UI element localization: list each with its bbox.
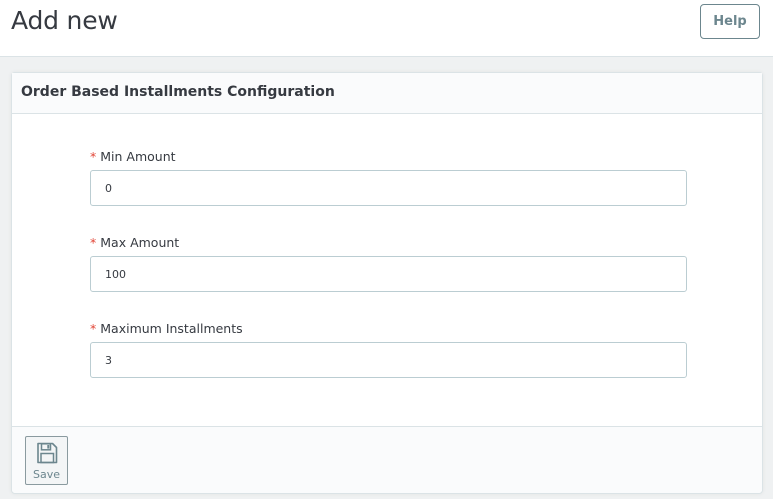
- page-title: Add new: [11, 6, 118, 35]
- max-amount-label: * Max Amount: [90, 235, 687, 255]
- save-label: Save: [32, 468, 60, 481]
- panel-title: Order Based Installments Configuration: [21, 84, 335, 100]
- maximum-installments-label-text: Maximum Installments: [100, 321, 243, 336]
- page-header: Add new Help: [0, 0, 773, 57]
- max-amount-group: * Max Amount: [90, 235, 687, 292]
- help-button[interactable]: Help: [700, 4, 760, 39]
- min-amount-label-text: Min Amount: [100, 149, 176, 164]
- panel-heading: Order Based Installments Configuration: [12, 73, 762, 114]
- required-asterisk: *: [90, 149, 97, 164]
- required-asterisk: *: [90, 321, 97, 336]
- max-amount-input[interactable]: [90, 256, 687, 292]
- configuration-panel: Order Based Installments Configuration *…: [11, 72, 763, 494]
- floppy-disk-icon: [36, 442, 57, 464]
- min-amount-input[interactable]: [90, 170, 687, 206]
- save-button[interactable]: Save: [25, 436, 68, 485]
- max-amount-label-text: Max Amount: [100, 235, 180, 250]
- panel-footer: Save: [12, 426, 762, 493]
- min-amount-group: * Min Amount: [90, 149, 687, 206]
- required-asterisk: *: [90, 235, 97, 250]
- min-amount-label: * Min Amount: [90, 149, 687, 169]
- maximum-installments-group: * Maximum Installments: [90, 321, 687, 378]
- maximum-installments-input[interactable]: [90, 342, 687, 378]
- maximum-installments-label: * Maximum Installments: [90, 321, 687, 341]
